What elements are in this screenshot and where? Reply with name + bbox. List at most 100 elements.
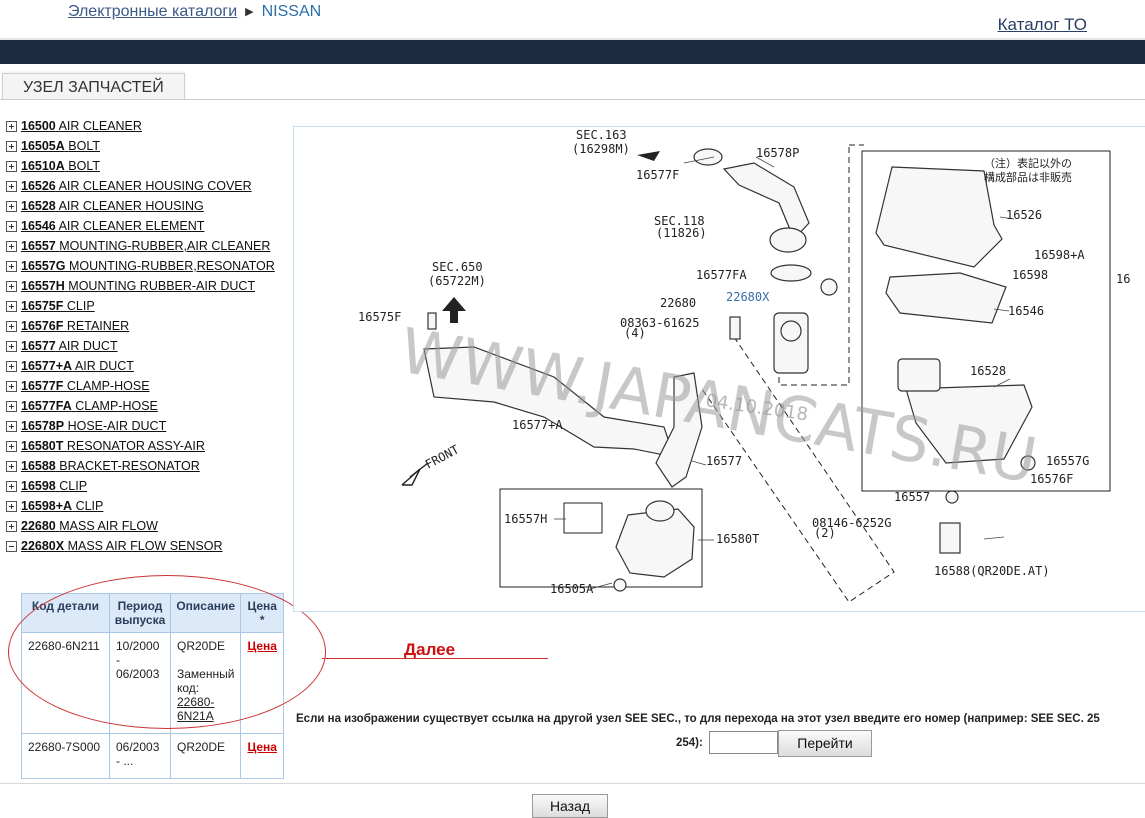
tree-item-code: 16546 [21, 219, 56, 233]
expand-icon[interactable] [6, 261, 17, 272]
tree-item-link[interactable]: 16505A BOLT [21, 139, 100, 153]
expand-icon[interactable] [6, 421, 17, 432]
diagram-callout-label[interactable]: 16557G [1046, 454, 1089, 468]
tree-item-link[interactable]: 16598 CLIP [21, 479, 87, 493]
tree-item-name: MOUNTING-RUBBER,AIR CLEANER [59, 239, 271, 253]
diagram-callout-label[interactable]: (11826) [656, 226, 707, 240]
expand-icon[interactable] [6, 341, 17, 352]
tree-item: 16510A BOLT [6, 156, 286, 176]
catalog-to-link[interactable]: Каталог ТО [998, 15, 1087, 35]
diagram-callout-label[interactable]: 16528 [970, 364, 1006, 378]
tree-item-link[interactable]: 16598+A CLIP [21, 499, 103, 513]
price-link[interactable]: Цена [247, 740, 277, 754]
breadcrumb-current[interactable]: NISSAN [262, 3, 322, 20]
tree-item-link[interactable]: 16588 BRACKET-RESONATOR [21, 459, 200, 473]
tree-item-link[interactable]: 16546 AIR CLEANER ELEMENT [21, 219, 204, 233]
tree-item-link[interactable]: 16528 AIR CLEANER HOUSING [21, 199, 204, 213]
tree-item-link[interactable]: 16500 AIR CLEANER [21, 119, 142, 133]
diagram-callout-label[interactable]: SEC.163 [576, 128, 627, 142]
expand-icon[interactable] [6, 461, 17, 472]
expand-icon[interactable] [6, 281, 17, 292]
collapse-icon[interactable] [6, 541, 17, 552]
tree-item-link[interactable]: 16578P HOSE-AIR DUCT [21, 419, 166, 433]
tree-item-code: 16577+A [21, 359, 73, 373]
tree-item-name: AIR CLEANER HOUSING [58, 199, 204, 213]
tree-item-code: 16580T [21, 439, 64, 453]
tree-item-link[interactable]: 16526 AIR CLEANER HOUSING COVER [21, 179, 252, 193]
diagram-callout-label[interactable]: 16580T [716, 532, 759, 546]
tree-item-link[interactable]: 16557H MOUNTING RUBBER-AIR DUCT [21, 279, 255, 293]
diagram-callout-label[interactable]: SEC.650 [432, 260, 483, 274]
diagram-callout-label[interactable]: 16 [1116, 272, 1130, 286]
next-annotation: Далее [404, 640, 456, 659]
expand-icon[interactable] [6, 241, 17, 252]
tree-item-link[interactable]: 16557 MOUNTING-RUBBER,AIR CLEANER [21, 239, 270, 253]
expand-icon[interactable] [6, 201, 17, 212]
tree-item-link[interactable]: 16575F CLIP [21, 299, 95, 313]
diagram-callout-label[interactable]: 16577F [636, 168, 679, 182]
tree-item-code: 16526 [21, 179, 56, 193]
tree-item: 16557 MOUNTING-RUBBER,AIR CLEANER [6, 236, 286, 256]
expand-icon[interactable] [6, 161, 17, 172]
diagram-callout-label[interactable]: (4) [624, 326, 646, 340]
go-button[interactable]: Перейти [778, 730, 872, 757]
diagram-callout-label[interactable]: 16546 [1008, 304, 1044, 318]
diagram-callout-label[interactable]: 16576F [1030, 472, 1073, 486]
diagram-callout-label[interactable]: 16577 [706, 454, 742, 468]
tree-item-link[interactable]: 22680 MASS AIR FLOW [21, 519, 158, 533]
expand-icon[interactable] [6, 361, 17, 372]
diagram-callout-label[interactable]: 16526 [1006, 208, 1042, 222]
expand-icon[interactable] [6, 121, 17, 132]
back-button[interactable]: Назад [532, 794, 608, 818]
expand-icon[interactable] [6, 181, 17, 192]
tree-item: 16578P HOSE-AIR DUCT [6, 416, 286, 436]
tree-item-link[interactable]: 22680X MASS AIR FLOW SENSOR [21, 539, 222, 553]
expand-icon[interactable] [6, 321, 17, 332]
expand-icon[interactable] [6, 501, 17, 512]
diagram-callout-label[interactable]: 16505A [550, 582, 594, 596]
expand-icon[interactable] [6, 381, 17, 392]
tree-item-link[interactable]: 16577+A AIR DUCT [21, 359, 134, 373]
tree-item-name: HOSE-AIR DUCT [67, 419, 167, 433]
tree-item: 16526 AIR CLEANER HOUSING COVER [6, 176, 286, 196]
tree-item-link[interactable]: 16577F CLAMP-HOSE [21, 379, 150, 393]
expand-icon[interactable] [6, 141, 17, 152]
diagram-callout-label[interactable]: FRONT [423, 442, 461, 471]
parts-diagram[interactable]: SEC.163 (16298M) 16578P 16577F SEC.118 (11826… [293, 126, 1145, 612]
diagram-callout-label[interactable]: (2) [814, 526, 836, 540]
tree-item-link[interactable]: 16580T RESONATOR ASSY-AIR [21, 439, 205, 453]
expand-icon[interactable] [6, 301, 17, 312]
tree-item-link[interactable]: 16557G MOUNTING-RUBBER,RESONATOR [21, 259, 275, 273]
tree-item-link[interactable]: 16577 AIR DUCT [21, 339, 118, 353]
diagram-callout-label[interactable]: 16598+A [1034, 248, 1085, 262]
diagram-callout-label[interactable]: (65722M) [428, 274, 486, 288]
diagram-callout-label[interactable]: 16588(QR20DE.AT) [934, 564, 1050, 578]
tree-item-name: BRACKET-RESONATOR [59, 459, 200, 473]
tree-item-code: 16577 [21, 339, 56, 353]
tree-item-link[interactable]: 16577FA CLAMP-HOSE [21, 399, 158, 413]
expand-icon[interactable] [6, 481, 17, 492]
diagram-callout-label[interactable]: 22680 [660, 296, 696, 310]
tree-item-name: RETAINER [66, 319, 130, 333]
section-number-input[interactable] [709, 731, 778, 754]
diagram-callout-label[interactable]: 16575F [358, 310, 401, 324]
diagram-callout-label[interactable]: 16577+A [512, 418, 563, 432]
diagram-callout-label[interactable]: 16557 [894, 490, 930, 504]
expand-icon[interactable] [6, 521, 17, 532]
diagram-callout-label[interactable]: 16598 [1012, 268, 1048, 282]
tree-item-link[interactable]: 16510A BOLT [21, 159, 100, 173]
diagram-callout-label[interactable]: 16557H [504, 512, 547, 526]
diagram-callout-label[interactable]: 16577FA [696, 268, 747, 282]
tab-parts-node[interactable]: УЗЕЛ ЗАПЧАСТЕЙ [2, 73, 185, 100]
tree-item-code: 16578P [21, 419, 65, 433]
diagram-callout-label[interactable]: 22680X [726, 290, 770, 304]
expand-icon[interactable] [6, 441, 17, 452]
diagram-callout-label[interactable]: (16298M) [572, 142, 630, 156]
diagram-callout-label[interactable]: 16578P [756, 146, 799, 160]
tree-item-name: AIR CLEANER HOUSING COVER [58, 179, 252, 193]
breadcrumb-root-link[interactable]: Электронные каталоги [68, 3, 237, 20]
parts-tree: 16500 AIR CLEANER 16505A BOLT 16510A BOLT 1… [6, 116, 286, 556]
tree-item-link[interactable]: 16576F RETAINER [21, 319, 129, 333]
expand-icon[interactable] [6, 221, 17, 232]
expand-icon[interactable] [6, 401, 17, 412]
